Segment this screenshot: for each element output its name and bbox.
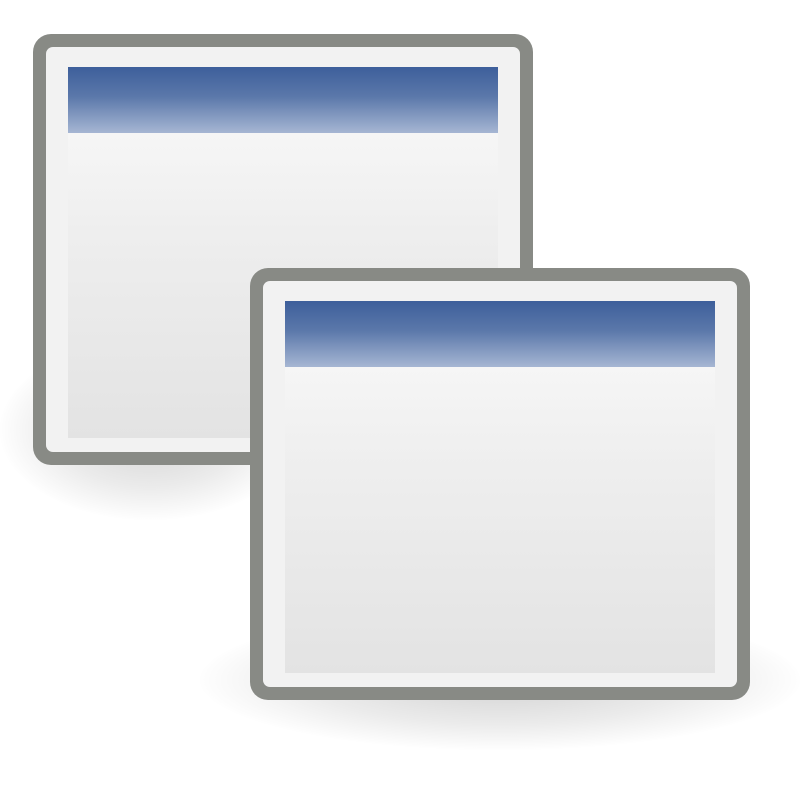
front-window-frame <box>263 281 737 687</box>
multiple-windows-icon <box>0 0 800 800</box>
front-window-titlebar <box>285 301 715 367</box>
front-window-body <box>285 301 715 673</box>
back-window-titlebar <box>68 67 498 133</box>
front-window <box>250 268 750 700</box>
